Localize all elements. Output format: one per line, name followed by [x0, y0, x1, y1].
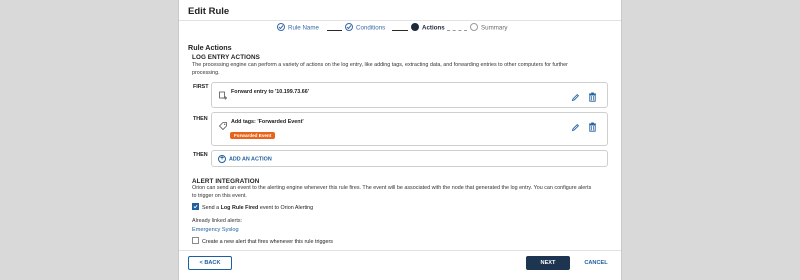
- wizard-connector: [447, 30, 467, 31]
- tag-icon: [218, 118, 228, 136]
- action-card-forward[interactable]: Forward entry to '10.199.73.66': [211, 82, 608, 108]
- title-divider: [179, 20, 621, 21]
- wizard-step-summary[interactable]: Summary: [470, 23, 508, 32]
- edit-pencil-icon[interactable]: [571, 119, 580, 137]
- create-alert-row[interactable]: Create a new alert that fires whenever t…: [192, 237, 333, 245]
- check-icon: [345, 23, 353, 31]
- alert-integration-description: Orion can send an event to the alerting …: [192, 185, 592, 199]
- wizard-connector: [327, 30, 342, 31]
- action-card-add-tags[interactable]: Add tags: 'Forwarded Event' Forwarded Ev…: [211, 112, 608, 146]
- add-action-card: + ADD AN ACTION: [211, 150, 608, 167]
- wizard-step-label: Rule Name: [288, 24, 319, 32]
- action-text: Forward entry to '10.199.73.66': [231, 89, 310, 95]
- send-event-prefix: Send a: [202, 204, 221, 211]
- send-event-bold: Log Rule Fired: [220, 204, 259, 211]
- wizard-step-label: Conditions: [356, 24, 386, 32]
- row-label-then: THEN: [193, 152, 208, 158]
- back-button[interactable]: < BACK: [188, 256, 232, 270]
- wizard-step-label: Actions: [422, 24, 445, 32]
- action-text: Add tags: 'Forwarded Event': [231, 119, 304, 125]
- wizard-progress: Rule Name Conditions Actions Summary: [179, 22, 623, 36]
- log-entry-description: The processing engine can perform a vari…: [192, 62, 568, 76]
- linked-alert-link[interactable]: Emergency Syslog: [192, 227, 239, 233]
- alert-integration-heading: ALERT INTEGRATION: [192, 178, 260, 185]
- edit-pencil-icon[interactable]: [571, 89, 580, 107]
- add-action-button[interactable]: + ADD AN ACTION: [218, 155, 272, 163]
- section-title: Rule Actions: [188, 43, 232, 52]
- plus-circle-icon: +: [218, 155, 226, 163]
- wizard-step-rule-name[interactable]: Rule Name: [277, 23, 319, 32]
- row-label-then: THEN: [193, 116, 208, 122]
- dialog-title: Edit Rule: [188, 6, 230, 17]
- tag-badge: Forwarded Event: [230, 132, 276, 139]
- wizard-step-conditions[interactable]: Conditions: [345, 23, 386, 32]
- linked-alerts-label: Already linked alerts:: [192, 218, 243, 224]
- send-event-row[interactable]: Send a Log Rule Fired event to Orion Ale…: [192, 203, 314, 211]
- next-button[interactable]: NEXT: [526, 256, 570, 270]
- send-event-suffix: event to Orion Alerting: [258, 204, 314, 211]
- send-event-checkbox[interactable]: [192, 203, 199, 210]
- wizard-step-actions[interactable]: Actions: [411, 23, 445, 32]
- wizard-step-label: Summary: [481, 24, 508, 32]
- edit-rule-dialog: Edit Rule Rule Name Conditions Actions S…: [178, 0, 622, 280]
- forward-icon: [218, 88, 228, 106]
- create-alert-label: Create a new alert that fires whenever t…: [202, 238, 333, 245]
- trash-icon[interactable]: [588, 89, 597, 107]
- footer-divider: [179, 250, 621, 251]
- log-entry-heading: LOG ENTRY ACTIONS: [192, 54, 260, 61]
- add-action-label: ADD AN ACTION: [229, 156, 272, 163]
- cancel-button[interactable]: CANCEL: [576, 256, 616, 270]
- row-label-first: FIRST: [193, 84, 209, 90]
- create-alert-checkbox[interactable]: [192, 237, 199, 244]
- trash-icon[interactable]: [588, 119, 597, 137]
- wizard-connector: [392, 30, 408, 31]
- check-icon: [277, 23, 285, 31]
- pending-step-icon: [470, 23, 478, 31]
- current-step-icon: [411, 23, 419, 31]
